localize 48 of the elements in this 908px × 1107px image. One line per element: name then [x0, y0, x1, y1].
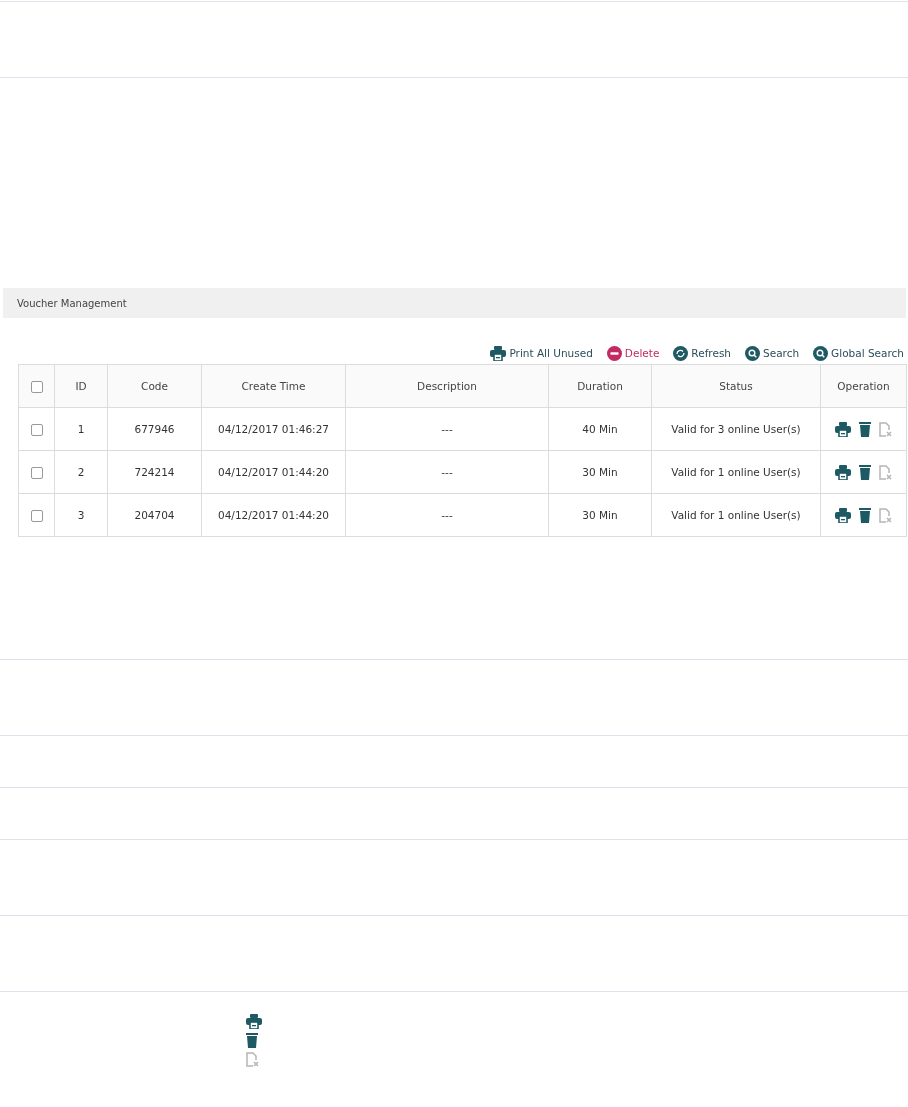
id-cell: 1	[54, 407, 108, 451]
duration-cell: 30 Min	[548, 493, 652, 537]
trash-icon[interactable]	[246, 1033, 258, 1048]
search-icon	[745, 345, 760, 361]
select-all-checkbox[interactable]	[30, 380, 43, 393]
create-time-cell: 04/12/2017 01:44:20	[201, 450, 346, 494]
description-cell: ---	[345, 493, 549, 537]
create-time-cell: 04/12/2017 01:44:20	[201, 493, 346, 537]
status-cell: Valid for 1 online User(s)	[651, 493, 821, 537]
printer-icon[interactable]	[835, 464, 851, 480]
code-cell: 724214	[107, 450, 202, 494]
column-header: Code	[107, 364, 202, 408]
trash-icon[interactable]	[859, 507, 871, 523]
printer-icon[interactable]	[835, 507, 851, 523]
row-checkbox[interactable]	[30, 423, 43, 436]
duration-cell: 30 Min	[548, 450, 652, 494]
column-header: Operation	[820, 364, 907, 408]
status-cell: Valid for 1 online User(s)	[651, 450, 821, 494]
search-button[interactable]: Search	[745, 345, 800, 361]
code-cell: 677946	[107, 407, 202, 451]
status-cell: Valid for 3 online User(s)	[651, 407, 821, 451]
trash-icon[interactable]	[859, 464, 871, 480]
column-header: ID	[54, 364, 108, 408]
id-cell: 3	[54, 493, 108, 537]
column-header: Create Time	[201, 364, 346, 408]
description-cell: ---	[345, 450, 549, 494]
code-cell: 204704	[107, 493, 202, 537]
row-checkbox[interactable]	[30, 466, 43, 479]
column-header: Description	[345, 364, 549, 408]
trash-icon[interactable]	[859, 421, 871, 437]
column-header: Status	[651, 364, 821, 408]
refresh-icon	[673, 345, 689, 361]
printer-icon[interactable]	[835, 421, 851, 437]
printer-icon[interactable]	[246, 1014, 262, 1029]
description-cell: ---	[345, 407, 549, 451]
duration-cell: 40 Min	[548, 407, 652, 451]
panel-title: Voucher Management	[17, 297, 127, 309]
id-cell: 2	[54, 450, 108, 494]
column-header: Duration	[548, 364, 652, 408]
search-icon	[813, 345, 829, 361]
printer-icon[interactable]	[490, 345, 507, 361]
delete-button[interactable]: Delete	[606, 345, 660, 361]
create-time-cell: 04/12/2017 01:46:27	[201, 407, 346, 451]
search-button[interactable]: Global Search	[813, 345, 904, 361]
minus-circle-icon	[606, 345, 622, 361]
print-button[interactable]: Print All Unused	[490, 345, 593, 361]
refresh-button[interactable]: Refresh	[673, 345, 731, 361]
row-checkbox[interactable]	[30, 509, 43, 522]
